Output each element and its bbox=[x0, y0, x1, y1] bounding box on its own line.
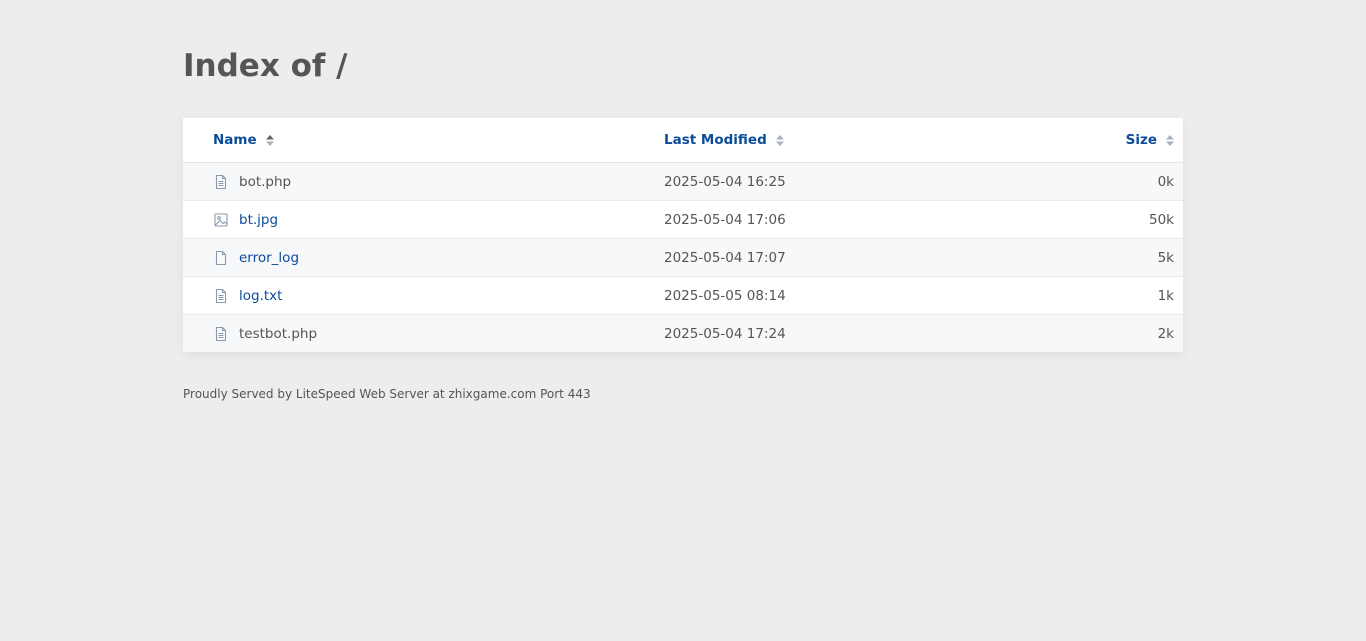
size-cell: 2k bbox=[1024, 314, 1183, 352]
table-header-row: Name Last Modified Size bbox=[183, 118, 1183, 163]
file-link[interactable]: bt.jpg bbox=[239, 212, 278, 228]
table-row[interactable]: bt.jpg 2025-05-04 17:06 50k bbox=[183, 200, 1183, 239]
file-icon bbox=[213, 250, 229, 266]
file-text-icon bbox=[213, 326, 229, 342]
table-row[interactable]: testbot.php 2025-05-04 17:24 2k bbox=[183, 314, 1183, 352]
modified-cell: 2025-05-04 17:24 bbox=[664, 314, 1024, 352]
sort-icon[interactable] bbox=[265, 134, 274, 146]
modified-cell: 2025-05-05 08:14 bbox=[664, 276, 1024, 315]
file-listing: Name Last Modified Size bot.php 2025-05-… bbox=[183, 118, 1183, 352]
file-link[interactable]: log.txt bbox=[239, 288, 282, 304]
column-header-name[interactable]: Name bbox=[183, 118, 664, 163]
page-title: Index of / bbox=[183, 48, 348, 84]
table-row[interactable]: bot.php 2025-05-04 16:25 0k bbox=[183, 162, 1183, 201]
image-icon bbox=[213, 212, 229, 228]
modified-cell: 2025-05-04 16:25 bbox=[664, 162, 1024, 201]
size-cell: 50k bbox=[1024, 200, 1183, 239]
file-text-icon bbox=[213, 288, 229, 304]
table-row[interactable]: log.txt 2025-05-05 08:14 1k bbox=[183, 276, 1183, 315]
column-header-modified-label: Last Modified bbox=[664, 132, 767, 148]
file-link[interactable]: testbot.php bbox=[239, 326, 317, 342]
server-footer: Proudly Served by LiteSpeed Web Server a… bbox=[183, 387, 591, 401]
column-header-size[interactable]: Size bbox=[1024, 118, 1183, 163]
modified-cell: 2025-05-04 17:06 bbox=[664, 200, 1024, 239]
table-row[interactable]: error_log 2025-05-04 17:07 5k bbox=[183, 238, 1183, 277]
size-cell: 5k bbox=[1024, 238, 1183, 277]
size-cell: 1k bbox=[1024, 276, 1183, 315]
size-cell: 0k bbox=[1024, 162, 1183, 201]
modified-cell: 2025-05-04 17:07 bbox=[664, 238, 1024, 277]
file-link[interactable]: error_log bbox=[239, 250, 299, 266]
sort-icon[interactable] bbox=[775, 134, 784, 146]
file-text-icon bbox=[213, 174, 229, 190]
column-header-size-label: Size bbox=[1125, 132, 1157, 148]
file-link[interactable]: bot.php bbox=[239, 174, 291, 190]
column-header-name-label: Name bbox=[213, 132, 257, 148]
sort-icon[interactable] bbox=[1166, 134, 1174, 146]
column-header-modified[interactable]: Last Modified bbox=[664, 118, 1024, 163]
file-table: Name Last Modified Size bot.php 2025-05-… bbox=[183, 118, 1183, 352]
